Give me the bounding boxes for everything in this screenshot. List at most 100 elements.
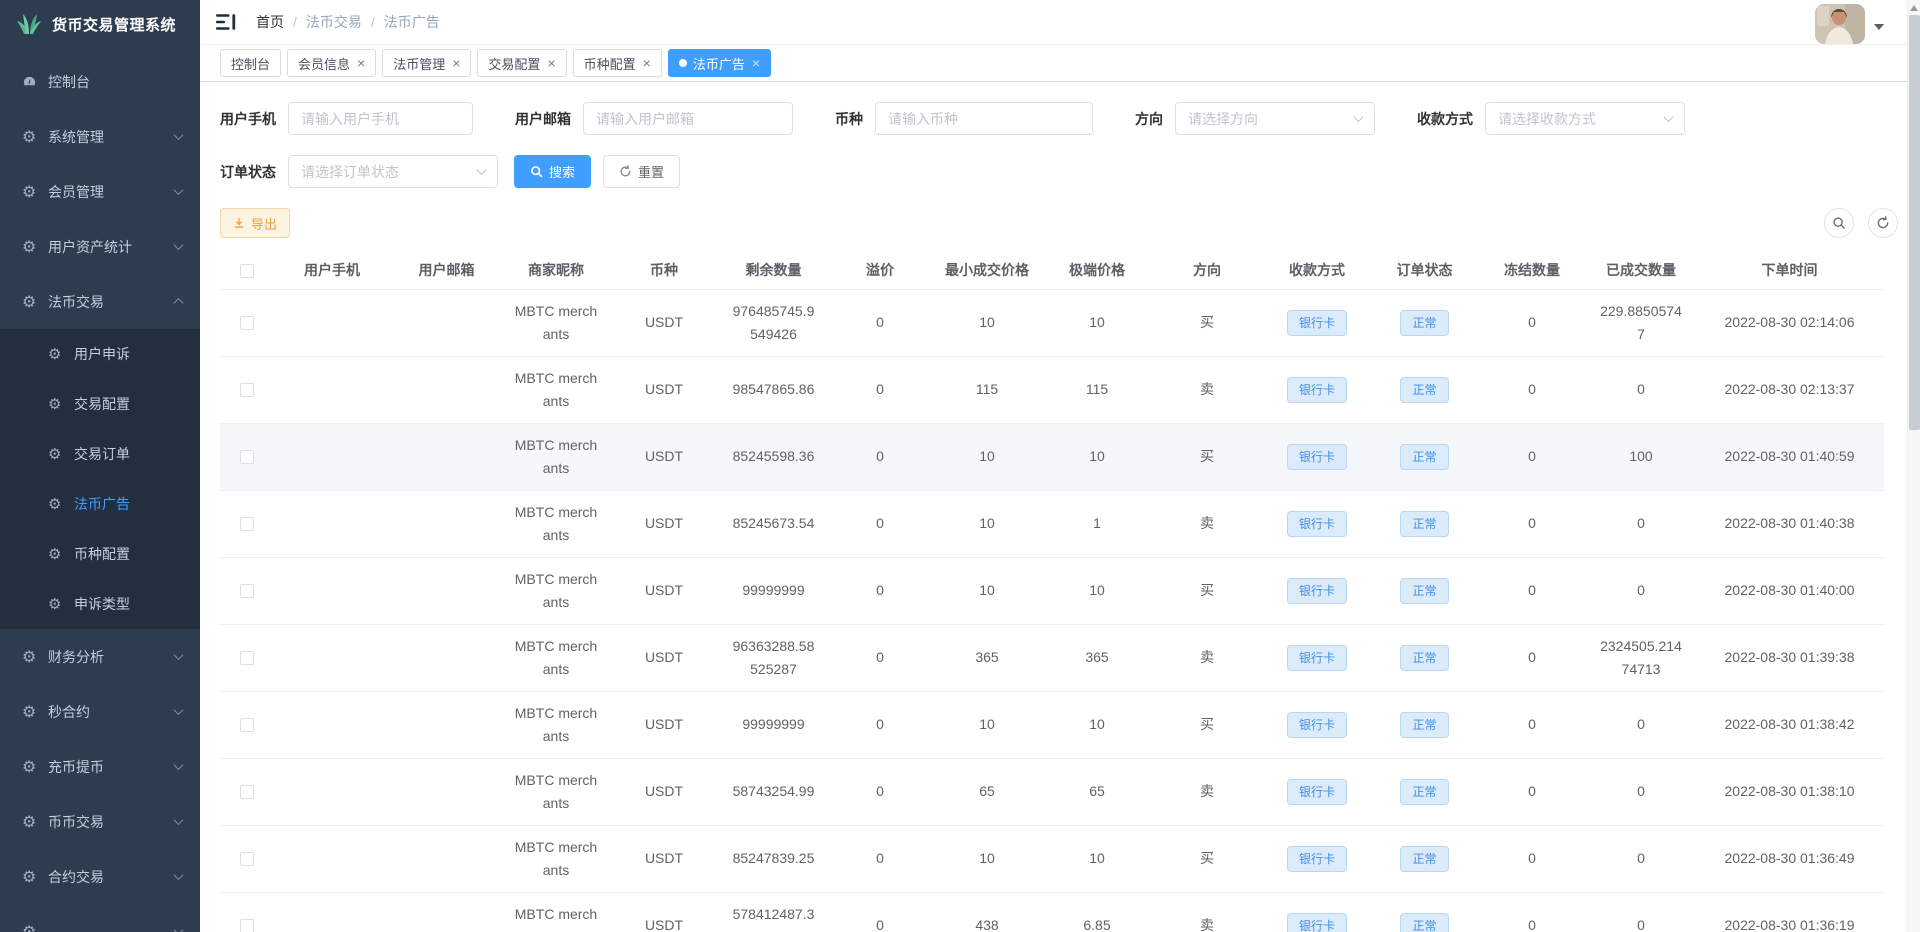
tab-1[interactable]: 会员信息 × [287,49,376,77]
status-badge[interactable]: 正常 [1400,913,1448,932]
search-button[interactable]: 搜索 [514,155,591,188]
tab-close-icon[interactable]: × [547,56,555,70]
tab-close-icon[interactable]: × [643,56,651,70]
sidebar-item-0[interactable]: 控制台 [0,54,200,109]
table-row: MBTC merchantsUSDT578412487.3604386.85卖银… [220,892,1884,932]
row-checkbox[interactable] [240,852,254,866]
status-badge[interactable]: 正常 [1400,578,1448,604]
scrollbar-up-arrow-icon[interactable] [1910,5,1918,11]
toggle-search-button[interactable] [1824,208,1854,238]
sidebar-item-7[interactable]: ⚙充币提币 [0,739,200,794]
sidebar-item-1[interactable]: ⚙系统管理 [0,109,200,164]
gear-icon: ⚙ [22,292,48,311]
tab-close-icon[interactable]: × [452,56,460,70]
user-avatar[interactable] [1815,4,1865,44]
row-checkbox[interactable] [240,584,254,598]
cell-filled: 2324505.21474713 [1587,624,1695,691]
tab-4[interactable]: 币种配置× [573,49,662,77]
payment-select[interactable]: 请选择收款方式 [1485,102,1685,135]
reset-button[interactable]: 重置 [603,155,680,188]
email-input[interactable] [583,102,793,135]
cell-status: 正常 [1372,356,1477,423]
status-badge[interactable]: 正常 [1400,846,1448,872]
payment-badge[interactable]: 银行卡 [1287,846,1347,872]
row-checkbox[interactable] [240,785,254,799]
column-header-filled: 已成交数量 [1587,252,1695,289]
status-badge[interactable]: 正常 [1400,377,1448,403]
row-checkbox[interactable] [240,316,254,330]
sidebar-item-6[interactable]: ⚙秒合约 [0,684,200,739]
page-scrollbar[interactable] [1907,0,1920,932]
sidebar-menu: 控制台⚙系统管理⚙会员管理⚙用户资产统计⚙法币交易⚙用户申诉⚙交易配置⚙交易订单… [0,48,200,932]
cell-min_price: 10 [932,490,1042,557]
filter-phone: 用户手机 [220,102,473,135]
sidebar-subitem-5[interactable]: ⚙申诉类型 [0,579,200,629]
sidebar-item-4[interactable]: ⚙法币交易 [0,274,200,329]
sidebar-item-10[interactable]: ⚙ [0,904,200,932]
export-button[interactable]: 导出 [220,208,290,238]
payment-badge[interactable]: 银行卡 [1287,913,1347,932]
payment-badge[interactable]: 银行卡 [1287,511,1347,537]
cell-remaining: 85245673.54 [719,490,828,557]
row-checkbox[interactable] [240,450,254,464]
breadcrumb-item-0[interactable]: 首页 [256,12,284,32]
payment-badge[interactable]: 银行卡 [1287,377,1347,403]
coin-input[interactable] [875,102,1093,135]
refresh-table-button[interactable] [1868,208,1898,238]
user-menu-caret-icon[interactable] [1874,24,1884,30]
row-checkbox[interactable] [240,919,254,932]
cell-payment: 银行卡 [1262,356,1372,423]
payment-badge[interactable]: 银行卡 [1287,645,1347,671]
payment-badge[interactable]: 银行卡 [1287,712,1347,738]
order-status-select[interactable]: 请选择订单状态 [288,155,498,188]
cell-remaining: 85247839.25 [719,825,828,892]
scrollbar-thumb[interactable] [1909,15,1920,430]
cell-email [390,624,503,691]
payment-badge[interactable]: 银行卡 [1287,310,1347,336]
cell-direction: 卖 [1152,758,1262,825]
sidebar-subitem-0[interactable]: ⚙用户申诉 [0,329,200,379]
email-label: 用户邮箱 [515,109,571,129]
sidebar-subitem-1[interactable]: ⚙交易配置 [0,379,200,429]
tab-5[interactable]: 法币广告× [668,49,771,77]
payment-badge[interactable]: 银行卡 [1287,444,1347,470]
tab-close-icon[interactable]: × [752,56,760,70]
payment-badge[interactable]: 银行卡 [1287,578,1347,604]
cell-email [390,825,503,892]
phone-input[interactable] [288,102,473,135]
cell-phone [274,557,390,624]
tab-label: 会员信息 [298,54,350,73]
sidebar-item-2[interactable]: ⚙会员管理 [0,164,200,219]
row-checkbox[interactable] [240,718,254,732]
tab-3[interactable]: 交易配置× [477,49,566,77]
tab-0[interactable]: 控制台 [220,49,281,77]
payment-badge[interactable]: 银行卡 [1287,779,1347,805]
sidebar-subitem-2[interactable]: ⚙交易订单 [0,429,200,479]
row-checkbox[interactable] [240,651,254,665]
status-badge[interactable]: 正常 [1400,779,1448,805]
sidebar-item-9[interactable]: ⚙合约交易 [0,849,200,904]
cell-coin: USDT [609,691,719,758]
sidebar-item-3[interactable]: ⚙用户资产统计 [0,219,200,274]
select-all-checkbox[interactable] [240,264,254,278]
cell-nickname: MBTC merchants [503,356,609,423]
tab-2[interactable]: 法币管理× [382,49,471,77]
sidebar-item-8[interactable]: ⚙币币交易 [0,794,200,849]
gear-icon: ⚙ [48,445,74,463]
row-checkbox[interactable] [240,383,254,397]
tab-close-icon[interactable]: × [357,56,365,70]
cell-email [390,490,503,557]
status-badge[interactable]: 正常 [1400,310,1448,336]
status-badge[interactable]: 正常 [1400,712,1448,738]
sidebar-subitem-3[interactable]: ⚙法币广告 [0,479,200,529]
row-checkbox[interactable] [240,517,254,531]
sidebar-item-5[interactable]: ⚙财务分析 [0,629,200,684]
hamburger-icon[interactable] [216,12,238,32]
direction-select[interactable]: 请选择方向 [1175,102,1375,135]
status-badge[interactable]: 正常 [1400,444,1448,470]
cell-filled: 100 [1587,423,1695,490]
gear-icon: ⚙ [22,812,48,831]
status-badge[interactable]: 正常 [1400,645,1448,671]
sidebar-subitem-4[interactable]: ⚙币种配置 [0,529,200,579]
status-badge[interactable]: 正常 [1400,511,1448,537]
